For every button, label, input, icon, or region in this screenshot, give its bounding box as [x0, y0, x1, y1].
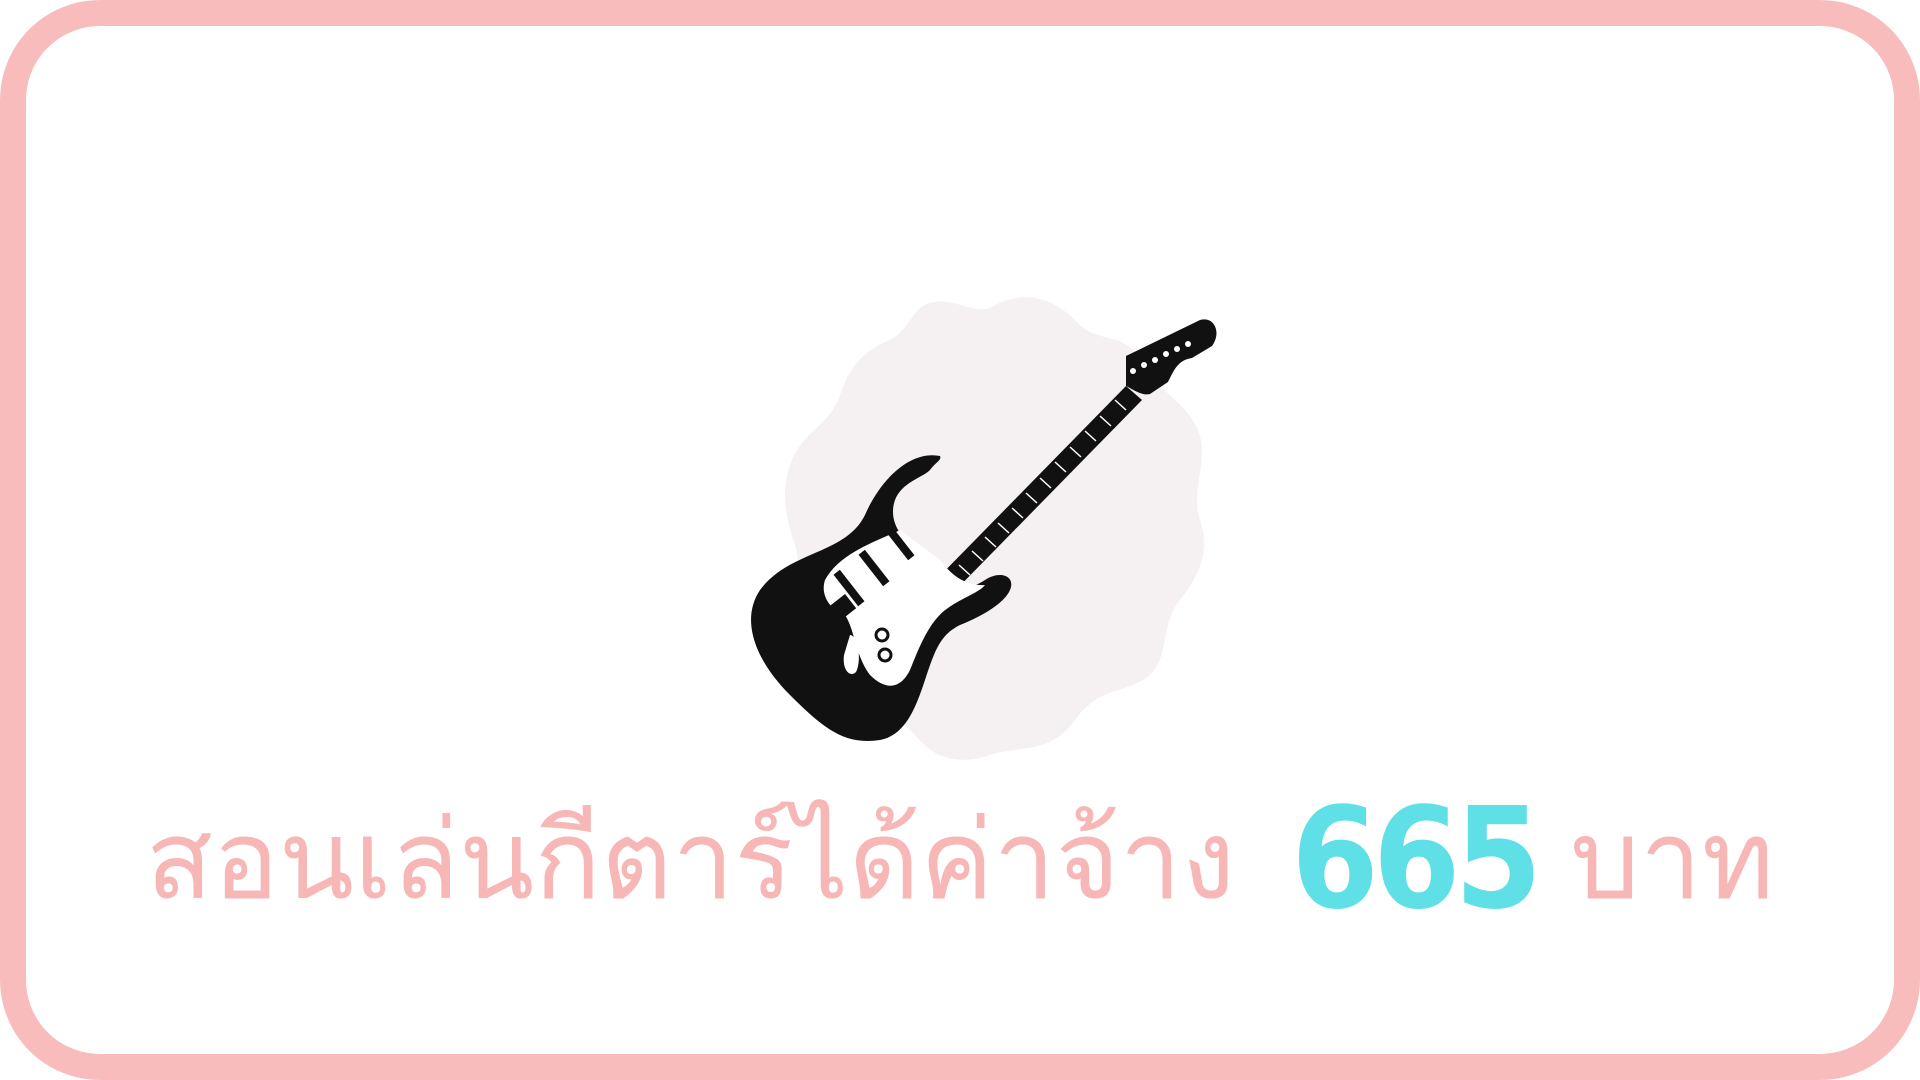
headline-amount: 665 [1291, 778, 1542, 941]
headline-unit: บาท [1570, 796, 1775, 924]
headline-text: สอนเล่นกีตาร์ได้ค่าจ้าง [145, 796, 1236, 924]
headline: สอนเล่นกีตาร์ได้ค่าจ้าง 665 บาท [0, 790, 1920, 930]
guitar-illustration [730, 290, 1250, 780]
